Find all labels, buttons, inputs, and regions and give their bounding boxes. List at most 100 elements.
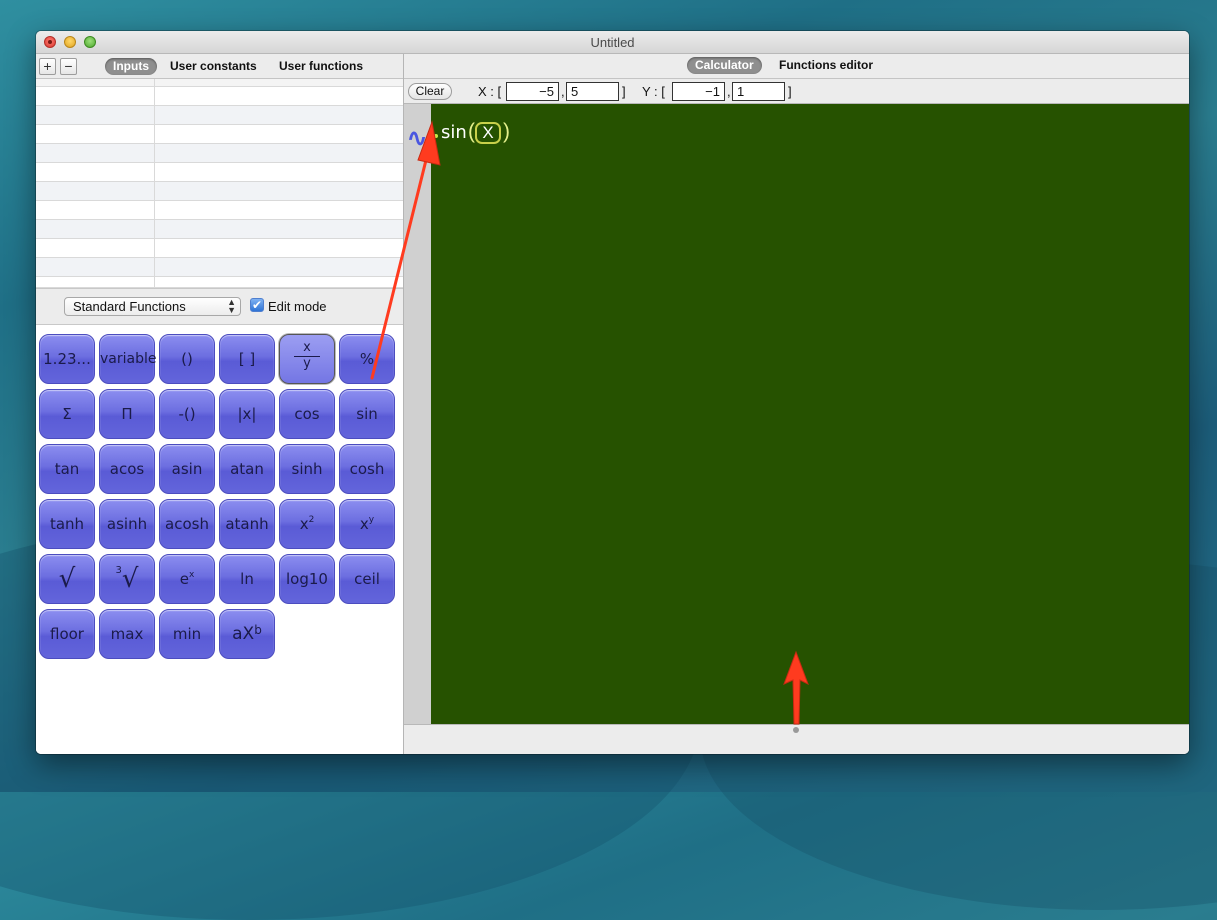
function-set-value: Standard Functions <box>73 299 186 314</box>
key-acosh[interactable]: acosh <box>159 499 215 549</box>
function-set-select[interactable]: Standard Functions ▲ ▼ <box>64 297 241 316</box>
key-atan[interactable]: atan <box>219 444 275 494</box>
key-tan[interactable]: tan <box>39 444 95 494</box>
key-sin[interactable]: sin <box>339 389 395 439</box>
left-toolbar: + − Inputs User constants User functions <box>36 54 403 79</box>
tab-functions-editor[interactable]: Functions editor <box>779 57 873 74</box>
expression-layer: sin ( X ) <box>431 104 1189 724</box>
key-square[interactable]: x2 <box>279 499 335 549</box>
key-abs[interactable]: |x| <box>219 389 275 439</box>
key-floor[interactable]: floor <box>39 609 95 659</box>
curve-icon[interactable]: ∿ <box>407 124 427 153</box>
key-variable[interactable]: variable <box>99 334 156 384</box>
window-title: Untitled <box>590 35 635 50</box>
right-pane: Calculator Functions editor Clear X : [ … <box>404 54 1189 754</box>
clear-button[interactable]: Clear <box>408 83 452 100</box>
key-sinh[interactable]: sinh <box>279 444 335 494</box>
graph-range-toolbar: Clear X : [ −5 , 5 ] Y : [ −1 , 1 ] <box>404 79 1189 104</box>
x-range-close: ] <box>622 84 626 99</box>
x-max-field[interactable]: 5 <box>566 82 619 101</box>
table-row[interactable] <box>36 277 403 288</box>
key-ceil[interactable]: ceil <box>339 554 395 604</box>
key-sqrt[interactable]: √ <box>39 554 95 604</box>
function-gutter <box>404 104 431 724</box>
tab-calculator[interactable]: Calculator <box>687 57 762 74</box>
table-row[interactable] <box>36 144 403 163</box>
key-parentheses[interactable]: () <box>159 334 215 384</box>
right-toolbar: Calculator Functions editor <box>404 54 1189 79</box>
inputs-table[interactable] <box>36 79 403 288</box>
bottom-bar <box>404 724 1189 754</box>
function-set-bar: Standard Functions ▲ ▼ ✔ Edit mode <box>36 288 403 325</box>
table-row[interactable] <box>36 239 403 258</box>
exp-base: e <box>179 570 189 588</box>
square-base: x <box>299 515 309 533</box>
fraction-numerator: x <box>303 340 311 355</box>
key-ln[interactable]: ln <box>219 554 275 604</box>
square-exponent: 2 <box>308 515 315 525</box>
table-row[interactable] <box>36 258 403 277</box>
ax-exponent: b <box>254 623 262 637</box>
key-fraction[interactable]: x y <box>279 334 335 384</box>
cube-root-symbol: √ <box>121 564 139 594</box>
y-max-field[interactable]: 1 <box>732 82 785 101</box>
split-resize-handle[interactable] <box>793 727 799 733</box>
expression-close-paren: ) <box>503 120 510 143</box>
power-exponent: y <box>368 515 375 525</box>
tab-inputs[interactable]: Inputs <box>105 58 157 75</box>
table-row[interactable] <box>36 220 403 239</box>
fraction-denominator: y <box>303 356 311 371</box>
table-row[interactable] <box>36 201 403 220</box>
edit-mode-checkbox[interactable]: ✔ <box>250 298 264 312</box>
key-sum[interactable]: Σ <box>39 389 95 439</box>
key-product[interactable]: Π <box>99 389 155 439</box>
table-row[interactable] <box>36 87 403 106</box>
expression-function-name[interactable]: sin <box>441 122 467 143</box>
expression-variable-slot[interactable]: X <box>475 122 501 144</box>
expression-insert-dot <box>434 134 438 138</box>
key-brackets[interactable]: [ ] <box>219 334 275 384</box>
key-atanh[interactable]: atanh <box>219 499 275 549</box>
exp-exponent: x <box>188 570 195 580</box>
key-power[interactable]: xy <box>339 499 395 549</box>
key-max[interactable]: max <box>99 609 155 659</box>
select-arrows-icon: ▲ ▼ <box>227 297 236 315</box>
title-bar[interactable]: Untitled <box>36 31 1189 54</box>
y-min-field[interactable]: −1 <box>672 82 725 101</box>
cube-root-index: 3 <box>115 565 122 576</box>
left-pane: + − Inputs User constants User functions… <box>36 54 404 754</box>
add-button[interactable]: + <box>39 58 56 75</box>
key-cos[interactable]: cos <box>279 389 335 439</box>
y-range-close: ] <box>788 84 792 99</box>
key-tanh[interactable]: tanh <box>39 499 95 549</box>
table-row[interactable] <box>36 182 403 201</box>
key-acos[interactable]: acos <box>99 444 155 494</box>
key-log10[interactable]: log10 <box>279 554 335 604</box>
key-cube-root[interactable]: 3√ <box>99 554 155 604</box>
app-window: Untitled + − Inputs User constants User … <box>36 31 1189 754</box>
key-asin[interactable]: asin <box>159 444 215 494</box>
tab-user-constants[interactable]: User constants <box>170 58 257 75</box>
function-keypad: 1.23... variable () [ ] x y % Σ Π -() |x… <box>36 325 403 754</box>
key-percent[interactable]: % <box>339 334 395 384</box>
table-row[interactable] <box>36 125 403 144</box>
key-asinh[interactable]: asinh <box>99 499 155 549</box>
x-range-separator: , <box>561 84 565 99</box>
key-number[interactable]: 1.23... <box>39 334 95 384</box>
ax-base: aX <box>232 624 255 644</box>
y-range-label: Y : [ <box>642 84 665 99</box>
table-row[interactable] <box>36 163 403 182</box>
key-min[interactable]: min <box>159 609 215 659</box>
edit-mode-label: Edit mode <box>268 299 327 314</box>
remove-button[interactable]: − <box>60 58 77 75</box>
y-range-separator: , <box>727 84 731 99</box>
table-row[interactable] <box>36 106 403 125</box>
x-min-field[interactable]: −5 <box>506 82 559 101</box>
key-negate[interactable]: -() <box>159 389 215 439</box>
key-ax-power[interactable]: aXb <box>219 609 275 659</box>
table-header <box>36 79 403 87</box>
x-range-label: X : [ <box>478 84 502 99</box>
key-cosh[interactable]: cosh <box>339 444 395 494</box>
tab-user-functions[interactable]: User functions <box>279 58 363 75</box>
key-exp[interactable]: ex <box>159 554 215 604</box>
